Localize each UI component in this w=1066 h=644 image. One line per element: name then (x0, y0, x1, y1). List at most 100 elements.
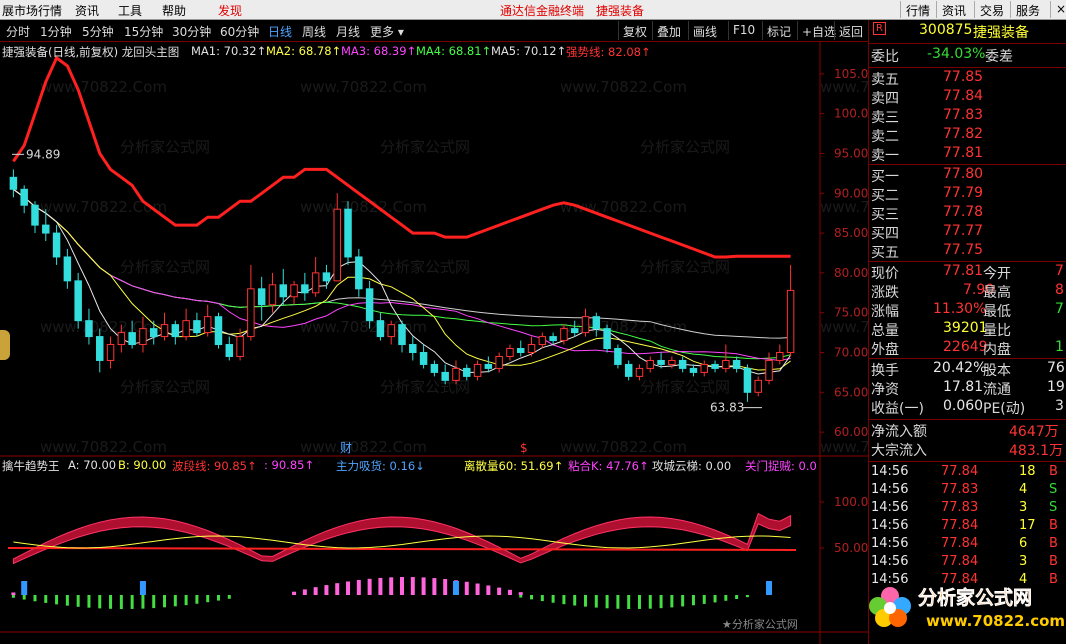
tab-intraday[interactable]: 分时 (6, 23, 30, 40)
r-badge-icon: R (873, 22, 886, 35)
candle-body (376, 320, 385, 338)
tab-1min[interactable]: 1分钟 (40, 23, 72, 40)
candle-body (722, 359, 730, 369)
promo-stock-link[interactable]: 捷强装备 (596, 2, 644, 19)
candle-body (149, 328, 158, 338)
menu-info[interactable]: 资讯 (75, 2, 99, 19)
top-button-service[interactable]: 服务 (1010, 1, 1045, 18)
green-volume-bar (152, 595, 156, 609)
candle-body (182, 320, 190, 338)
tab-more[interactable]: 更多 ▾ (370, 23, 404, 40)
candle-body (743, 367, 752, 393)
candle-body (214, 316, 223, 346)
tick-row: 14:56 77.84 3 B (871, 554, 1058, 569)
candle-body (128, 332, 136, 346)
background-watermark: www.70822.Com (820, 318, 868, 336)
candle-body (301, 284, 309, 294)
quote-row: 外盘 22649 内盘 1 (871, 339, 1064, 358)
quote-row: 卖五 77.85 (871, 69, 984, 88)
background-watermark: www.70822.Com (560, 438, 687, 456)
window-close-icon[interactable]: × (1050, 1, 1066, 18)
site-logo-watermark: 分析家公式网 www.70822.com (869, 586, 1064, 630)
green-volume-bar (745, 595, 749, 598)
candle-body (333, 208, 341, 282)
green-volume-bar (141, 595, 145, 609)
accumulation-bar (766, 581, 773, 595)
green-volume-bar (670, 595, 674, 608)
quote-row: 涨跌 7.90 最高 8 (871, 282, 1064, 301)
tab-weekly[interactable]: 周线 (302, 23, 326, 40)
quote-row: 净流入额 4647万 (871, 424, 1059, 440)
background-watermark: www.70822.Com (300, 198, 427, 216)
menu-market[interactable]: 展市场行情 (2, 2, 62, 19)
green-volume-bar (98, 595, 102, 609)
promo-terminal-link[interactable]: 通达信金融终端 (500, 2, 584, 19)
top-button-trade[interactable]: 交易 (974, 1, 1009, 18)
candle-body (279, 284, 287, 298)
draw-line-button[interactable]: 画线 (688, 21, 721, 40)
kline-chart[interactable]: 105.0100.095.0090.0085.0080.0075.0070.00… (0, 42, 868, 644)
quote-row: 卖一 77.81 (871, 145, 984, 164)
green-volume-bar (163, 595, 167, 608)
pink-volume-bar (464, 581, 469, 595)
tab-30min[interactable]: 30分钟 (172, 23, 211, 40)
green-volume-bar (573, 595, 577, 606)
candle-body (657, 359, 665, 365)
panel-divider (869, 67, 1066, 68)
candle-body (322, 272, 331, 282)
menu-discover[interactable]: 发现 (218, 2, 242, 19)
green-volume-bar (637, 595, 641, 609)
price-tick-label: 65.00 (834, 385, 868, 399)
candle-body (776, 352, 784, 361)
tab-60min[interactable]: 60分钟 (220, 23, 259, 40)
tab-15min[interactable]: 15分钟 (124, 23, 163, 40)
accumulation-bar (139, 581, 146, 595)
candle-body (560, 328, 568, 342)
menu-tools[interactable]: 工具 (118, 2, 142, 19)
price-tick-label: 85.00 (834, 226, 868, 240)
sub-legend-band-line: 波段线: 90.85↑ (172, 459, 257, 473)
quote-row: 净资 17.81 流通 19 (871, 379, 1065, 398)
green-volume-bar (22, 595, 26, 600)
background-watermark: www.70822.Com (820, 198, 868, 216)
pink-volume-bar (432, 578, 437, 595)
green-volume-bar (55, 595, 59, 605)
adjust-button[interactable]: 复权 (618, 21, 651, 40)
background-watermark: www.70822.Com (300, 78, 427, 96)
background-watermark: www.70822.Com (40, 318, 167, 336)
candle-body (311, 272, 320, 294)
green-volume-bar (713, 595, 717, 603)
candle-body (20, 188, 28, 206)
top-button-quotes[interactable]: 行情 (900, 1, 935, 18)
legend-ma5: MA5: 70.12↑ (491, 44, 567, 58)
green-volume-bar (227, 595, 231, 599)
tab-monthly[interactable]: 月线 (336, 23, 360, 40)
candle-body (355, 256, 363, 290)
tab-5min[interactable]: 5分钟 (82, 23, 114, 40)
tab-daily[interactable]: 日线 (268, 23, 292, 40)
candle-body (441, 371, 449, 381)
green-volume-bar (530, 595, 534, 600)
top-menu-bar: 展市场行情 资讯 工具 帮助 发现 通达信金融终端 捷强装备 行情 资讯 交易 … (0, 0, 1066, 20)
candle-body (603, 328, 611, 350)
green-volume-bar (702, 595, 706, 604)
f10-button[interactable]: F10 (728, 21, 759, 40)
chart-scroll-handle[interactable] (0, 330, 10, 360)
menu-help[interactable]: 帮助 (162, 2, 186, 19)
candle-body (538, 336, 547, 346)
mark-button[interactable]: 标记 (762, 21, 795, 40)
pink-volume-bar (335, 583, 340, 595)
candle-body (193, 320, 201, 334)
panel-divider (869, 461, 1066, 462)
green-volume-bar (11, 595, 15, 598)
candle-body (700, 363, 708, 373)
green-volume-bar (173, 595, 177, 607)
overlay-button[interactable]: 叠加 (652, 21, 685, 40)
legend-ma4: MA4: 68.81↑ (416, 44, 492, 58)
pink-volume-bar (324, 585, 329, 595)
back-button[interactable]: 返回 (834, 21, 867, 40)
watermark-brand-text: 分析家公式网 (918, 586, 1032, 609)
green-volume-bar (65, 595, 69, 606)
accumulation-bar (452, 581, 459, 595)
top-button-info[interactable]: 资讯 (936, 1, 971, 18)
